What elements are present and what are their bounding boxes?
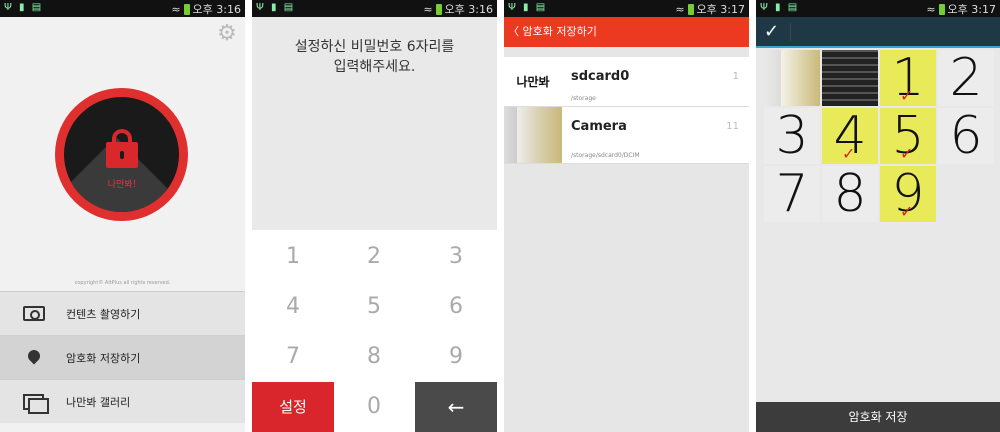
main-menu: 컨텐츠 촬영하기 암호화 저장하기 나만봐 갤러리 <box>0 291 245 423</box>
grid-cell[interactable]: 6 <box>938 108 994 164</box>
check-icon: ✓ <box>900 202 914 221</box>
location-pin-icon <box>28 350 40 366</box>
folder-list: 나만봐 sdcard0 /storage 1 Camera /storage/s… <box>504 57 749 164</box>
keypad: 1 2 3 4 5 6 7 8 9 설정 0 ← <box>252 232 497 432</box>
notification-icons: Ψ ▮ ▤ <box>4 2 44 13</box>
folder-count: 1 <box>732 71 739 82</box>
divider <box>790 23 791 41</box>
menu-item-capture[interactable]: 컨텐츠 촬영하기 <box>0 291 245 335</box>
key-6[interactable]: 6 <box>415 282 497 332</box>
grid-cell[interactable]: 7 <box>764 166 820 222</box>
check-icon: ✓ <box>842 144 856 163</box>
home-screen: Ψ ▮ ▤ ≈ 오후 3:16 ⚙ 나만봐! copyright© AltPlus… <box>0 0 245 432</box>
battery-icon <box>435 3 442 15</box>
key-8[interactable]: 8 <box>333 332 415 382</box>
selection-action-bar: ✓ <box>756 17 1000 48</box>
folder-count: 11 <box>726 121 739 132</box>
grid-cell[interactable]: 8 <box>822 166 878 222</box>
camera-icon <box>23 306 45 321</box>
folder-path: /storage <box>571 95 596 102</box>
menu-item-gallery[interactable]: 나만봐 갤러리 <box>0 379 245 423</box>
menu-item-label: 암호화 저장하기 <box>66 351 141 365</box>
key-2[interactable]: 2 <box>333 232 415 282</box>
status-time: 오후 3:17 <box>696 3 745 16</box>
status-bar: Ψ ▮ ▤ ≈ 오후 3:16 <box>252 0 497 17</box>
wifi-icon: ≈ <box>171 2 181 16</box>
key-4[interactable]: 4 <box>252 282 334 332</box>
grid-cell[interactable]: 3 <box>764 108 820 164</box>
battery-icon <box>687 3 694 15</box>
key-7[interactable]: 7 <box>252 332 334 382</box>
folder-thumbnail <box>504 107 562 163</box>
key-5[interactable]: 5 <box>333 282 415 332</box>
check-icon: ✓ <box>900 86 914 105</box>
photo-thumbnail[interactable] <box>822 50 878 106</box>
status-bar: Ψ ▮ ▤ ≈ 오후 3:17 <box>504 0 749 17</box>
grid-cell[interactable]: 5 ✓ <box>880 108 936 164</box>
key-1[interactable]: 1 <box>252 232 334 282</box>
status-bar: Ψ ▮ ▤ ≈ 오후 3:17 <box>756 0 1000 17</box>
grid-cell[interactable]: 2 <box>938 50 994 106</box>
status-time: 오후 3:17 <box>947 3 996 16</box>
list-item[interactable]: Camera /storage/sdcard0/DCIM 11 <box>504 107 749 164</box>
grid-cell[interactable]: 9 ✓ <box>880 166 936 222</box>
list-item[interactable]: 나만봐 sdcard0 /storage 1 <box>504 57 749 107</box>
wifi-icon: ≈ <box>926 2 936 16</box>
status-bar: Ψ ▮ ▤ ≈ 오후 3:16 <box>0 0 245 17</box>
confirm-check-icon[interactable]: ✓ <box>764 21 779 42</box>
status-time: 오후 3:16 <box>192 3 241 16</box>
wifi-icon: ≈ <box>675 2 685 16</box>
battery-icon <box>938 3 945 15</box>
grid-cell[interactable]: 1 ✓ <box>880 50 936 106</box>
gallery-select-screen: Ψ ▮ ▤ ≈ 오후 3:17 ✓ 1 ✓ 2 3 4 ✓ 5 ✓ 6 7 8 9 ✓ 암… <box>756 0 1000 432</box>
menu-item-label: 나만봐 갤러리 <box>66 395 131 409</box>
folder-name: sdcard0 <box>571 69 630 84</box>
key-0[interactable]: 0 <box>333 382 415 432</box>
pin-prompt-line1: 설정하신 비밀번호 6자리를 <box>294 39 455 55</box>
app-logo: 나만봐! <box>55 88 188 221</box>
back-title-button[interactable]: 〈 암호화 저장하기 <box>504 17 749 47</box>
menu-item-label: 컨텐츠 촬영하기 <box>66 307 141 321</box>
encrypt-save-button[interactable]: 암호화 저장 <box>756 402 1000 432</box>
folder-name: Camera <box>571 119 627 134</box>
settings-gear-icon[interactable]: ⚙ <box>215 22 239 46</box>
photo-thumbnail[interactable] <box>764 50 820 106</box>
pin-prompt-line2: 입력해주세요. <box>333 59 416 75</box>
folder-screen: Ψ ▮ ▤ ≈ 오후 3:17 〈 암호화 저장하기 나만봐 sdcard0 /s… <box>504 0 749 432</box>
pin-prompt-area: 설정하신 비밀번호 6자리를 입력해주세요. <box>252 17 497 230</box>
battery-icon <box>183 3 190 15</box>
notification-icons: Ψ ▮ ▤ <box>508 2 548 13</box>
set-button[interactable]: 설정 <box>252 382 334 432</box>
logo-text: 나만봐! <box>107 180 137 190</box>
folder-thumbnail: 나만봐 <box>504 57 562 106</box>
gallery-icon <box>23 393 49 414</box>
notification-icons: Ψ ▮ ▤ <box>256 2 296 13</box>
key-3[interactable]: 3 <box>415 232 497 282</box>
copyright-text: copyright© AltPlus all rights reserved. <box>74 280 171 286</box>
check-icon: ✓ <box>900 144 914 163</box>
menu-item-encrypt-save[interactable]: 암호화 저장하기 <box>0 335 245 379</box>
pin-screen: Ψ ▮ ▤ ≈ 오후 3:16 설정하신 비밀번호 6자리를 입력해주세요. 1 … <box>252 0 497 432</box>
key-9[interactable]: 9 <box>415 332 497 382</box>
notification-icons: Ψ ▮ ▤ <box>760 2 800 13</box>
status-time: 오후 3:16 <box>444 3 493 16</box>
wifi-icon: ≈ <box>423 2 433 16</box>
folder-path: /storage/sdcard0/DCIM <box>571 152 640 159</box>
grid-cell[interactable]: 4 ✓ <box>822 108 878 164</box>
backspace-button[interactable]: ← <box>415 382 497 432</box>
